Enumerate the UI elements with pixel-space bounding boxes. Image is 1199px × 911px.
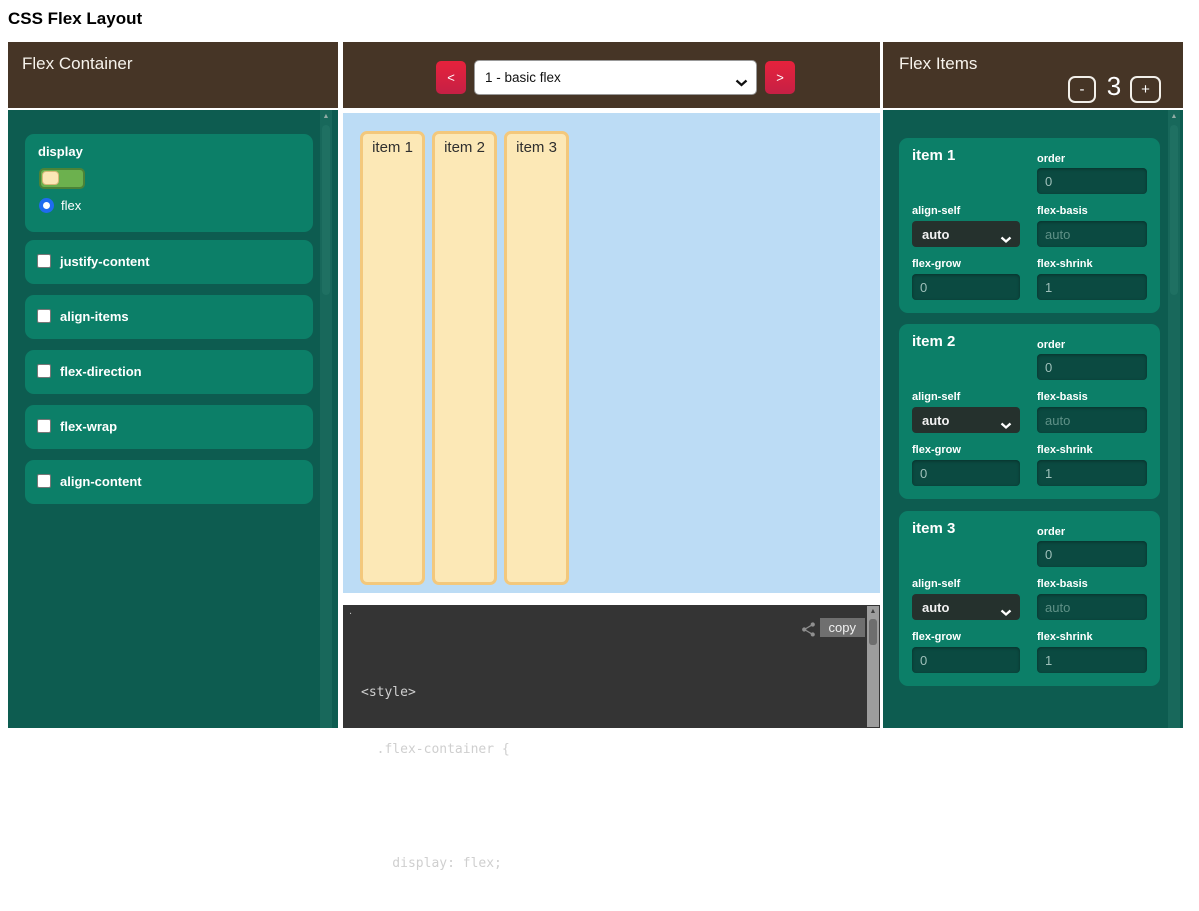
example-select-wrap: 1 - basic flex <box>474 60 757 95</box>
display-card: display flex <box>25 134 313 232</box>
code-panel: . copy <style> .flex-container { display… <box>343 605 880 728</box>
code-block: <style> .flex-container { display: flex; <box>361 645 510 911</box>
order-input[interactable] <box>1037 354 1147 380</box>
property-label: align-items <box>60 309 129 324</box>
item-card-3: item 3 order align-self auto flex-basis … <box>899 511 1160 686</box>
item-card-1: item 1 order align-self auto flex-basis … <box>899 138 1160 313</box>
flex-items-title: Flex Items <box>899 54 977 74</box>
left-panel-scrollbar[interactable]: ▲ <box>320 110 332 728</box>
justify-content-checkbox[interactable] <box>37 254 51 268</box>
align-self-select[interactable]: auto <box>912 407 1020 433</box>
next-example-button[interactable]: > <box>765 61 795 94</box>
display-label: display <box>38 144 83 159</box>
flex-items-header: Flex Items - 3 + <box>883 42 1183 108</box>
align-self-label: align-self <box>912 205 960 217</box>
order-input[interactable] <box>1037 168 1147 194</box>
flex-item: item 1 <box>360 131 425 585</box>
align-content-checkbox[interactable] <box>37 474 51 488</box>
flex-grow-input[interactable] <box>912 460 1020 486</box>
property-label: align-content <box>60 474 142 489</box>
property-card-align-items: align-items <box>25 295 313 339</box>
example-select[interactable]: 1 - basic flex <box>474 60 757 95</box>
align-self-select[interactable]: auto <box>912 594 1020 620</box>
property-card-justify-content: justify-content <box>25 240 313 284</box>
flex-shrink-input[interactable] <box>1037 274 1147 300</box>
order-label: order <box>1037 153 1065 165</box>
items-count: 3 <box>1099 71 1129 102</box>
increase-items-button[interactable]: + <box>1130 76 1161 103</box>
flex-item: item 3 <box>504 131 569 585</box>
flex-basis-input[interactable] <box>1037 407 1147 433</box>
align-self-select-wrap: auto <box>912 594 1020 620</box>
code-line: .flex-container { <box>361 740 510 759</box>
property-card-align-content: align-content <box>25 460 313 504</box>
flex-shrink-label: flex-shrink <box>1037 444 1093 456</box>
order-input[interactable] <box>1037 541 1147 567</box>
flex-radio-label: flex <box>61 198 81 213</box>
flex-shrink-input[interactable] <box>1037 647 1147 673</box>
flex-wrap-checkbox[interactable] <box>37 419 51 433</box>
scrollbar-thumb[interactable] <box>1170 125 1178 295</box>
align-items-checkbox[interactable] <box>37 309 51 323</box>
code-dot: . <box>349 605 352 617</box>
property-card-flex-wrap: flex-wrap <box>25 405 313 449</box>
flex-items-panel: item 1 order align-self auto flex-basis … <box>883 110 1183 728</box>
decrease-items-button[interactable]: - <box>1068 76 1096 103</box>
flex-basis-input[interactable] <box>1037 221 1147 247</box>
flex-container-panel: display flex justify-content align-items… <box>8 110 338 728</box>
code-line: display: flex; <box>361 854 510 873</box>
prev-example-button[interactable]: < <box>436 61 466 94</box>
toggle-knob-icon <box>42 171 59 185</box>
flex-shrink-label: flex-shrink <box>1037 258 1093 270</box>
scrollbar-up-icon: ▲ <box>867 608 879 615</box>
code-line: <style> <box>361 683 510 702</box>
share-icon[interactable] <box>800 621 817 643</box>
property-label: justify-content <box>60 254 150 269</box>
flex-container-header: Flex Container <box>8 42 338 108</box>
page-title: CSS Flex Layout <box>8 9 142 29</box>
code-scrollbar[interactable]: ▲ <box>867 606 879 727</box>
flex-grow-label: flex-grow <box>912 258 961 270</box>
scrollbar-thumb[interactable] <box>869 619 877 645</box>
align-self-label: align-self <box>912 391 960 403</box>
scrollbar-up-icon: ▲ <box>1168 113 1180 120</box>
order-label: order <box>1037 339 1065 351</box>
scrollbar-thumb[interactable] <box>322 125 330 295</box>
flex-basis-input[interactable] <box>1037 594 1147 620</box>
flex-radio-row: flex <box>39 198 81 213</box>
align-self-select-wrap: auto <box>912 407 1020 433</box>
order-label: order <box>1037 526 1065 538</box>
flex-basis-label: flex-basis <box>1037 578 1088 590</box>
property-card-flex-direction: flex-direction <box>25 350 313 394</box>
scrollbar-up-icon: ▲ <box>320 113 332 120</box>
flex-radio[interactable] <box>39 198 54 213</box>
flex-grow-input[interactable] <box>912 647 1020 673</box>
flex-container-title: Flex Container <box>22 54 133 74</box>
right-panel-scrollbar[interactable]: ▲ <box>1168 110 1180 728</box>
align-self-select-wrap: auto <box>912 221 1020 247</box>
flex-basis-label: flex-basis <box>1037 205 1088 217</box>
align-self-select[interactable]: auto <box>912 221 1020 247</box>
property-label: flex-wrap <box>60 419 117 434</box>
flex-preview-container: item 1 item 2 item 3 <box>343 113 880 593</box>
copy-button[interactable]: copy <box>820 618 865 637</box>
item-card-title: item 2 <box>912 333 955 350</box>
property-label: flex-direction <box>60 364 142 379</box>
flex-shrink-input[interactable] <box>1037 460 1147 486</box>
item-card-2: item 2 order align-self auto flex-basis … <box>899 324 1160 499</box>
display-toggle[interactable] <box>39 168 85 189</box>
flex-shrink-label: flex-shrink <box>1037 631 1093 643</box>
flex-grow-label: flex-grow <box>912 631 961 643</box>
item-card-title: item 3 <box>912 520 955 537</box>
code-line <box>361 797 510 816</box>
flex-direction-checkbox[interactable] <box>37 364 51 378</box>
preview-header: < 1 - basic flex > <box>343 42 880 108</box>
flex-grow-label: flex-grow <box>912 444 961 456</box>
flex-item: item 2 <box>432 131 497 585</box>
flex-basis-label: flex-basis <box>1037 391 1088 403</box>
flex-grow-input[interactable] <box>912 274 1020 300</box>
item-card-title: item 1 <box>912 147 955 164</box>
align-self-label: align-self <box>912 578 960 590</box>
